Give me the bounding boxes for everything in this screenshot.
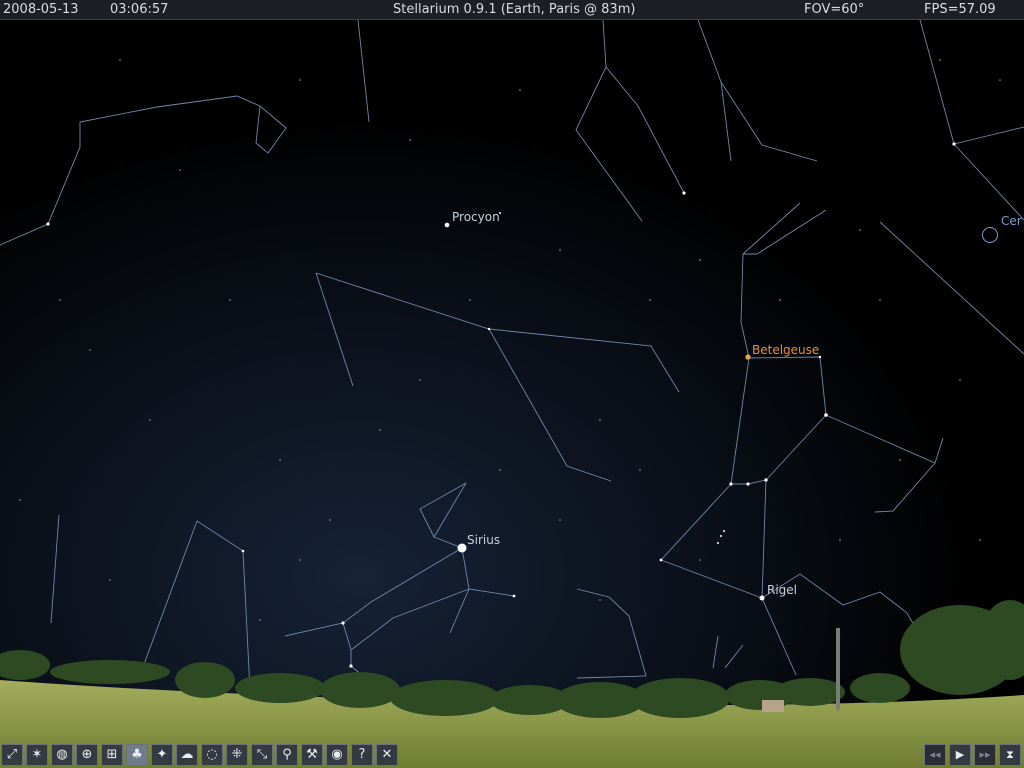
help-button[interactable]: ? xyxy=(351,744,373,766)
planet-hints-icon: ⁜ xyxy=(231,747,243,762)
sirius-label[interactable]: Sirius xyxy=(467,533,500,547)
help-icon: ? xyxy=(358,747,366,762)
constellation-lines-button[interactable]: ⤢ xyxy=(1,744,23,766)
rigel-label[interactable]: Rigel xyxy=(767,583,797,597)
time-display[interactable]: 03:06:57 xyxy=(110,0,168,19)
ground-icon: ♣ xyxy=(131,747,143,762)
nebulas-button[interactable]: ◌ xyxy=(201,744,223,766)
real-time-icon: ▶ xyxy=(955,748,965,761)
quit-icon: ✕ xyxy=(381,747,393,762)
search-icon: ⚲ xyxy=(282,747,292,762)
betelgeuse-label[interactable]: Betelgeuse xyxy=(752,343,819,357)
constellation-labels-button[interactable]: ◍ xyxy=(51,744,73,766)
sky-background xyxy=(0,0,1024,768)
nebulas-icon: ◌ xyxy=(206,747,218,762)
location-display[interactable]: Stellarium 0.9.1 (Earth, Paris @ 83m) xyxy=(393,0,635,19)
status-bar: 2008-05-13 03:06:57 Stellarium 0.9.1 (Ea… xyxy=(0,0,1024,20)
date-display[interactable]: 2008-05-13 xyxy=(3,0,79,19)
increase-time-speed-button[interactable]: ▸▸ xyxy=(974,744,996,766)
decrease-time-speed-icon: ◂◂ xyxy=(929,748,941,761)
night-mode-icon: ◉ xyxy=(331,747,343,762)
planet-hints-button[interactable]: ⁜ xyxy=(226,744,248,766)
constellation-art-icon: ✶ xyxy=(31,747,43,762)
ceres-label[interactable]: Cer xyxy=(1001,214,1022,228)
atmosphere-button[interactable]: ☁ xyxy=(176,744,198,766)
ground-button[interactable]: ♣ xyxy=(126,744,148,766)
decrease-time-speed-button[interactable]: ◂◂ xyxy=(924,744,946,766)
equatorial-grid-icon: ⊕ xyxy=(81,747,93,762)
constellation-art-button[interactable]: ✶ xyxy=(26,744,48,766)
equatorial-mount-icon: ⤡ xyxy=(256,747,268,762)
azimuthal-grid-button[interactable]: ⊞ xyxy=(101,744,123,766)
night-mode-button[interactable]: ◉ xyxy=(326,744,348,766)
increase-time-speed-icon: ▸▸ xyxy=(979,748,991,761)
current-time-button[interactable]: ⧗ xyxy=(999,744,1021,766)
configuration-icon: ⚒ xyxy=(306,747,318,762)
equatorial-mount-button[interactable]: ⤡ xyxy=(251,744,273,766)
procyon-label[interactable]: Procyon xyxy=(452,210,500,224)
atmosphere-icon: ☁ xyxy=(180,747,194,762)
quit-button[interactable]: ✕ xyxy=(376,744,398,766)
equatorial-grid-button[interactable]: ⊕ xyxy=(76,744,98,766)
cardinal-points-button[interactable]: ✦ xyxy=(151,744,173,766)
configuration-button[interactable]: ⚒ xyxy=(301,744,323,766)
real-time-button[interactable]: ▶ xyxy=(949,744,971,766)
fov-display: FOV=60° xyxy=(804,2,865,17)
constellation-lines-icon: ⤢ xyxy=(6,747,18,762)
sky-view[interactable]: Procyon Betelgeuse Sirius Rigel Cer xyxy=(0,0,1024,768)
current-time-icon: ⧗ xyxy=(1006,748,1014,761)
search-button[interactable]: ⚲ xyxy=(276,744,298,766)
constellation-labels-icon: ◍ xyxy=(56,747,68,762)
azimuthal-grid-icon: ⊞ xyxy=(106,747,118,762)
fps-display: FPS=57.09 xyxy=(924,2,996,17)
cardinal-points-icon: ✦ xyxy=(156,747,168,762)
betelgeuse-star[interactable] xyxy=(745,354,751,360)
